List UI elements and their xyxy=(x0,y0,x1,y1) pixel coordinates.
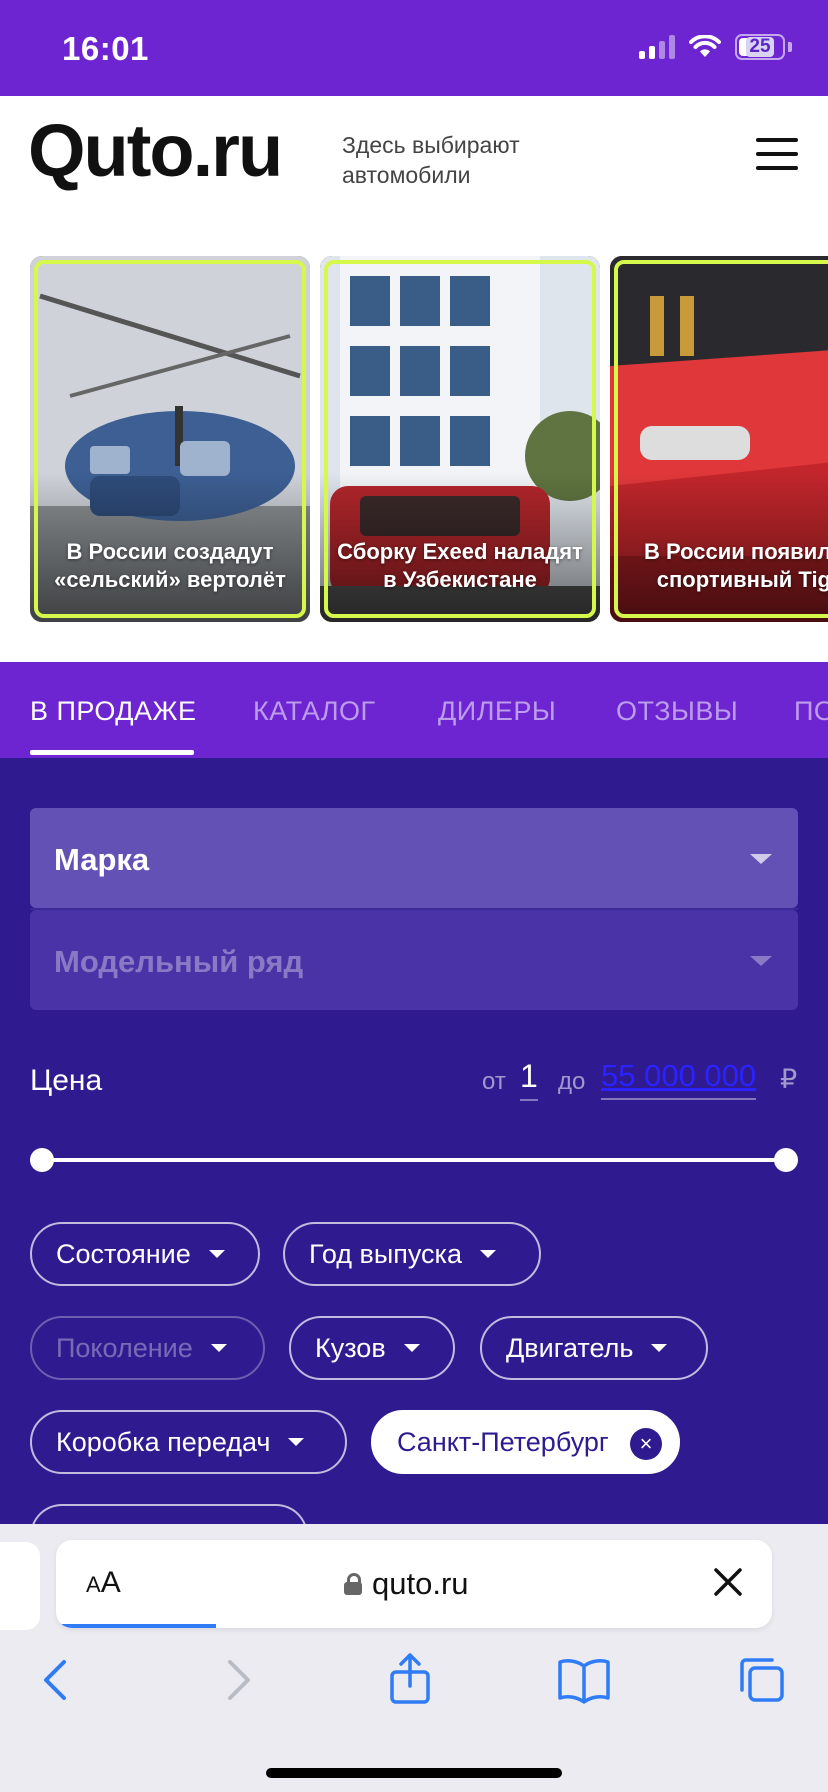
filter-chip-body[interactable]: Кузов xyxy=(289,1316,455,1380)
tabs-overview-icon[interactable] xyxy=(732,1650,792,1710)
tab-dealers[interactable]: ДИЛЕРЫ xyxy=(438,696,556,727)
share-icon[interactable] xyxy=(380,1650,440,1710)
chevron-down-icon xyxy=(750,854,772,864)
story-title: Сборку Exeed наладят в Узбекистане xyxy=(337,539,583,592)
story-card[interactable]: Сборку Exeed наладят в Узбекистане xyxy=(320,256,600,622)
caret-down-icon xyxy=(479,1250,496,1258)
lock-icon xyxy=(344,1573,362,1595)
home-indicator xyxy=(266,1768,562,1778)
tab-for-sale[interactable]: В ПРОДАЖЕ xyxy=(30,696,196,727)
brand-select-label: Марка xyxy=(54,842,150,877)
currency-symbol: ₽ xyxy=(780,1064,798,1094)
price-slider-track[interactable] xyxy=(42,1158,786,1162)
story-card[interactable]: В России создадут «сельский» вертолёт xyxy=(30,256,310,622)
remove-filter-icon[interactable]: × xyxy=(630,1428,662,1460)
brand-select[interactable]: Марка xyxy=(30,808,798,908)
wifi-icon xyxy=(689,35,721,57)
site-header: Quto.ru Здесь выбирают автомобили xyxy=(0,96,828,218)
price-slider-max-handle[interactable] xyxy=(774,1148,798,1172)
filter-chip-transmission[interactable]: Коробка передач xyxy=(30,1410,347,1474)
back-icon[interactable] xyxy=(28,1650,88,1710)
filter-chip-city[interactable]: Санкт-Петербург × xyxy=(371,1410,680,1474)
status-time: 16:01 xyxy=(62,30,149,67)
close-icon[interactable] xyxy=(708,1562,748,1602)
caret-down-icon xyxy=(403,1344,420,1352)
price-label: Цена xyxy=(30,1064,103,1097)
model-select-label: Модельный ряд xyxy=(54,944,304,979)
price-from-label: от xyxy=(482,1068,506,1095)
story-title: В России появился спортивный Tiga xyxy=(644,539,828,592)
bookmarks-icon[interactable] xyxy=(554,1650,614,1710)
battery-level: 25 xyxy=(746,37,774,57)
chevron-down-icon xyxy=(750,956,772,966)
caret-down-icon xyxy=(210,1344,227,1352)
price-to-input[interactable]: 55 000 000 xyxy=(601,1058,757,1100)
caret-down-icon xyxy=(208,1250,225,1258)
text-size-button[interactable]: AA xyxy=(86,1566,121,1600)
status-bar: 16:01 25 xyxy=(0,0,828,96)
filter-chip-generation: Поколение xyxy=(30,1316,265,1380)
model-select[interactable]: Модельный ряд xyxy=(30,910,798,1010)
tab-more[interactable]: ПО xyxy=(794,696,828,727)
filter-chip-engine[interactable]: Двигатель xyxy=(480,1316,708,1380)
price-to-label: до xyxy=(558,1068,586,1095)
battery-icon: 25 xyxy=(735,34,785,60)
caret-down-icon xyxy=(288,1438,305,1446)
price-slider-min-handle[interactable] xyxy=(30,1148,54,1172)
address-bar[interactable]: AA quto.ru xyxy=(56,1540,772,1628)
price-from-input[interactable]: 1 xyxy=(520,1058,538,1101)
site-tagline: Здесь выбирают автомобили xyxy=(342,132,520,188)
section-tabs: В ПРОДАЖЕ КАТАЛОГ ДИЛЕРЫ ОТЗЫВЫ ПО xyxy=(0,662,828,758)
forward-icon[interactable] xyxy=(206,1650,266,1710)
page-load-progress xyxy=(56,1624,216,1628)
tab-catalog[interactable]: КАТАЛОГ xyxy=(253,696,376,727)
site-logo[interactable]: Quto.ru xyxy=(28,108,283,193)
news-stories-carousel[interactable]: В России создадут «сельский» вертолёт Сб… xyxy=(0,218,828,662)
caret-down-icon xyxy=(651,1344,668,1352)
cellular-signal-icon xyxy=(639,35,675,59)
browser-toolbar: AA quto.ru xyxy=(0,1524,828,1792)
active-tab-indicator xyxy=(30,750,194,755)
url-display[interactable]: quto.ru xyxy=(344,1566,469,1602)
story-card[interactable]: В России появился спортивный Tiga xyxy=(610,256,828,622)
tab-reviews[interactable]: ОТЗЫВЫ xyxy=(616,696,738,727)
filter-chip-condition[interactable]: Состояние xyxy=(30,1222,260,1286)
previous-tab-peek[interactable] xyxy=(0,1542,40,1630)
filter-chip-year[interactable]: Год выпуска xyxy=(283,1222,541,1286)
status-icons: 25 xyxy=(639,34,792,60)
hamburger-menu-icon[interactable] xyxy=(756,138,798,170)
story-title: В России создадут «сельский» вертолёт xyxy=(54,539,286,592)
